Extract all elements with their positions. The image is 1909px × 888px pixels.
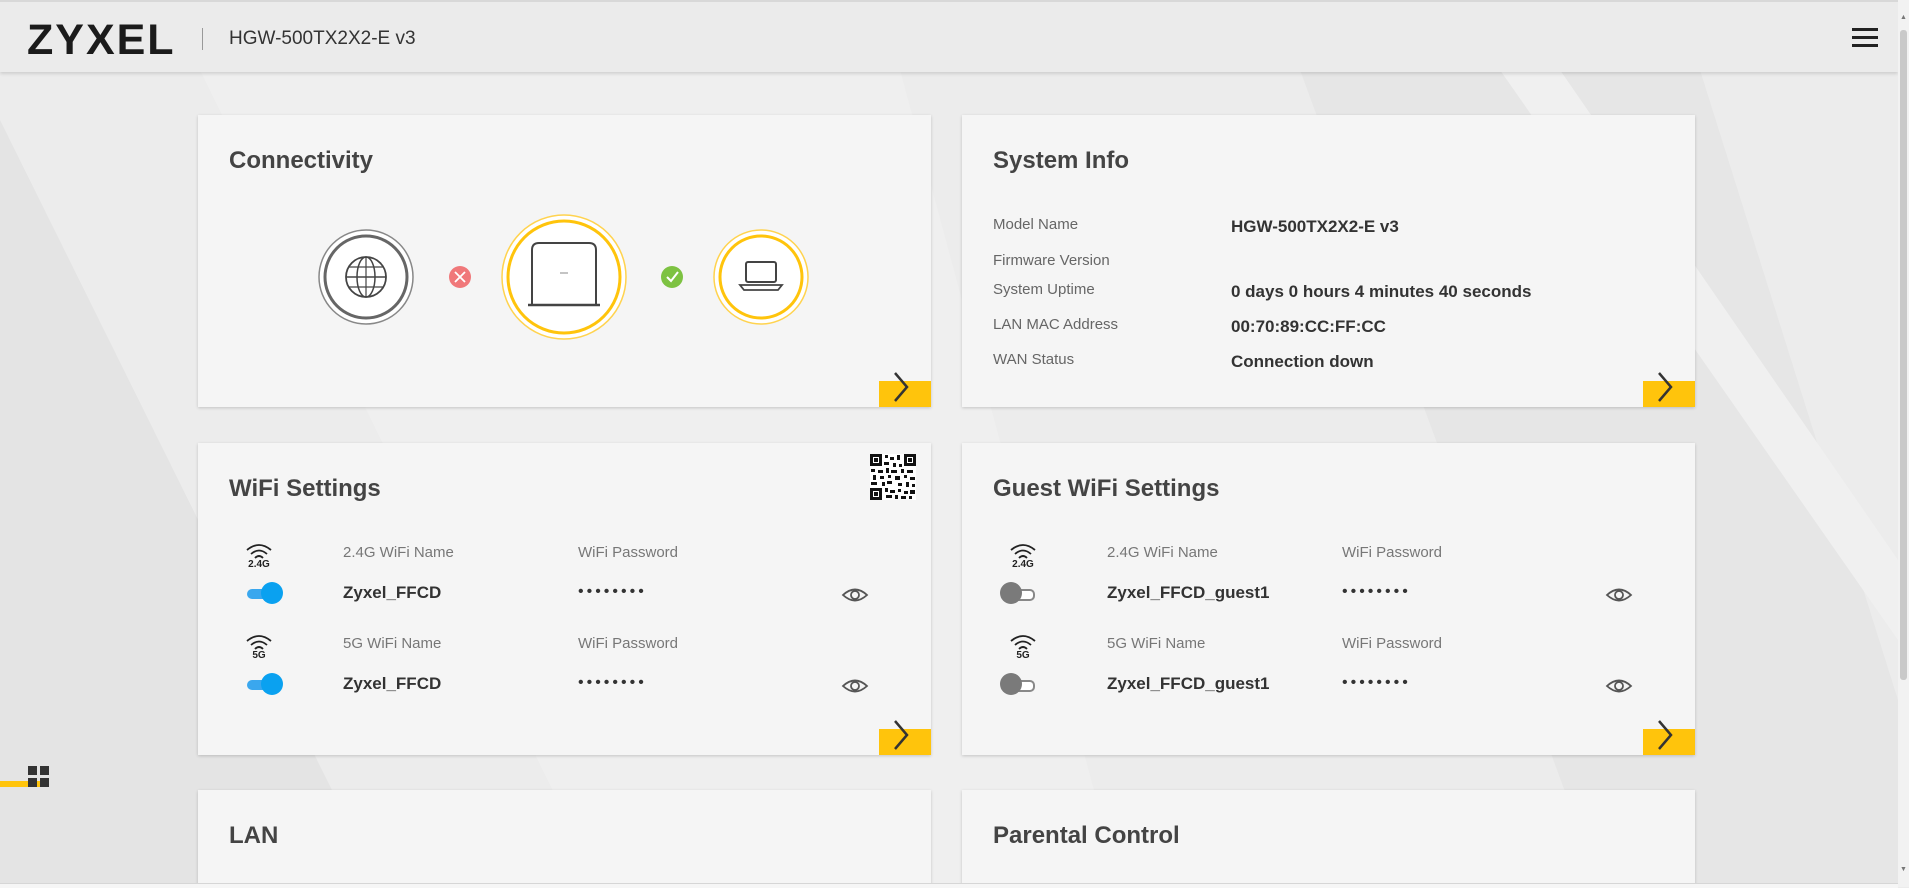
wifi-2g-name-label: 2.4G WiFi Name <box>343 544 454 561</box>
internet-globe-icon <box>318 229 414 325</box>
wan-error-icon <box>449 266 471 288</box>
qr-code-icon[interactable] <box>870 454 916 500</box>
guest-5g-ssid: Zyxel_FFCD_guest1 <box>1107 674 1270 693</box>
hamburger-icon[interactable] <box>1852 28 1878 48</box>
band-2g-label: 2.4G <box>1012 559 1034 570</box>
show-password-eye-icon[interactable] <box>1605 586 1633 604</box>
guest-wifi-detail-button[interactable] <box>1643 720 1695 755</box>
connectivity-diagram <box>318 214 809 340</box>
laptop-icon <box>713 229 809 325</box>
wifi-2g-password: •••••••• <box>578 583 647 600</box>
wan-status-label: WAN Status <box>993 351 1075 368</box>
grid-icon <box>28 766 49 787</box>
lan-ok-icon <box>661 266 683 288</box>
top-header: ZYXEL HGW-500TX2X2-E v3 <box>0 0 1898 72</box>
wifi-5g-password-label: WiFi Password <box>578 635 679 652</box>
scroll-up-arrow-icon[interactable]: ▲ <box>1900 14 1907 21</box>
scroll-down-arrow-icon[interactable]: ▼ <box>1900 866 1907 873</box>
guest-2g-name-label: 2.4G WiFi Name <box>1107 544 1218 561</box>
show-password-eye-icon[interactable] <box>841 677 869 695</box>
guest-5g-password: •••••••• <box>1342 674 1411 691</box>
band-2g-label: 2.4G <box>248 559 270 570</box>
guest-2g-password-label: WiFi Password <box>1342 544 1443 561</box>
band-5g-label: 5G <box>1016 650 1030 661</box>
guest-2g-password: •••••••• <box>1342 583 1411 600</box>
system-uptime-value: 0 days 0 hours 4 minutes 40 seconds <box>1231 282 1532 301</box>
wifi-2g-toggle[interactable] <box>244 582 284 604</box>
chevron-right-icon <box>1658 720 1673 750</box>
system-uptime-label: System Uptime <box>993 281 1095 298</box>
parental-control-title: Parental Control <box>993 822 1180 849</box>
guest-2g-ssid: Zyxel_FFCD_guest1 <box>1107 583 1270 602</box>
guest-5g-password-label: WiFi Password <box>1342 635 1443 652</box>
wifi-settings-card: WiFi Settings 2.4G 2.4G WiFi Name Zyxel_… <box>198 443 931 755</box>
guest-wifi-title: Guest WiFi Settings <box>993 475 1220 502</box>
wifi-detail-button[interactable] <box>879 720 931 755</box>
lan-card: LAN <box>198 790 931 887</box>
wifi-settings-title: WiFi Settings <box>229 475 381 502</box>
wan-status-value: Connection down <box>1231 352 1374 371</box>
chevron-right-icon <box>894 372 909 402</box>
show-password-eye-icon[interactable] <box>841 586 869 604</box>
wifi-2g-ssid: Zyxel_FFCD <box>343 583 442 602</box>
system-info-card: System Info Model Name HGW-500TX2X2-E v3… <box>962 115 1695 407</box>
guest-wifi-2g-toggle[interactable] <box>1000 582 1040 604</box>
show-password-eye-icon[interactable] <box>1605 677 1633 695</box>
model-name-label: Model Name <box>993 216 1079 233</box>
model-name-value: HGW-500TX2X2-E v3 <box>1231 217 1399 236</box>
connectivity-card: Connectivity <box>198 115 931 407</box>
lan-mac-value: 00:70:89:CC:FF:CC <box>1231 317 1386 336</box>
band-5g-label: 5G <box>252 650 266 661</box>
zyxel-logo: ZYXEL <box>27 16 176 64</box>
guest-wifi-5g-toggle[interactable] <box>1000 673 1040 695</box>
scroll-thumb[interactable] <box>1900 30 1907 680</box>
wifi-5g-ssid: Zyxel_FFCD <box>343 674 442 693</box>
wifi-5g-toggle[interactable] <box>244 673 284 695</box>
device-model-title: HGW-500TX2X2-E v3 <box>229 28 416 49</box>
wifi-5g-password: •••••••• <box>578 674 647 691</box>
router-icon <box>501 214 627 340</box>
header-divider <box>202 28 203 50</box>
chevron-right-icon <box>1658 372 1673 402</box>
lan-mac-label: LAN MAC Address <box>993 316 1119 333</box>
connectivity-detail-button[interactable] <box>879 372 931 407</box>
bottom-edge <box>0 883 1898 888</box>
guest-wifi-card: Guest WiFi Settings 2.4G 2.4G WiFi Name … <box>962 443 1695 755</box>
guest-5g-name-label: 5G WiFi Name <box>1107 635 1206 652</box>
parental-control-card: Parental Control <box>962 790 1695 887</box>
layout-grid-tab[interactable] <box>0 764 52 794</box>
system-info-title: System Info <box>993 147 1130 174</box>
firmware-version-label: Firmware Version <box>993 252 1110 269</box>
system-info-detail-button[interactable] <box>1643 372 1695 407</box>
wifi-2g-password-label: WiFi Password <box>578 544 679 561</box>
wifi-5g-name-label: 5G WiFi Name <box>343 635 442 652</box>
vertical-scrollbar[interactable]: ▲ ▼ <box>1898 0 1909 887</box>
chevron-right-icon <box>894 720 909 750</box>
lan-title: LAN <box>229 822 279 849</box>
